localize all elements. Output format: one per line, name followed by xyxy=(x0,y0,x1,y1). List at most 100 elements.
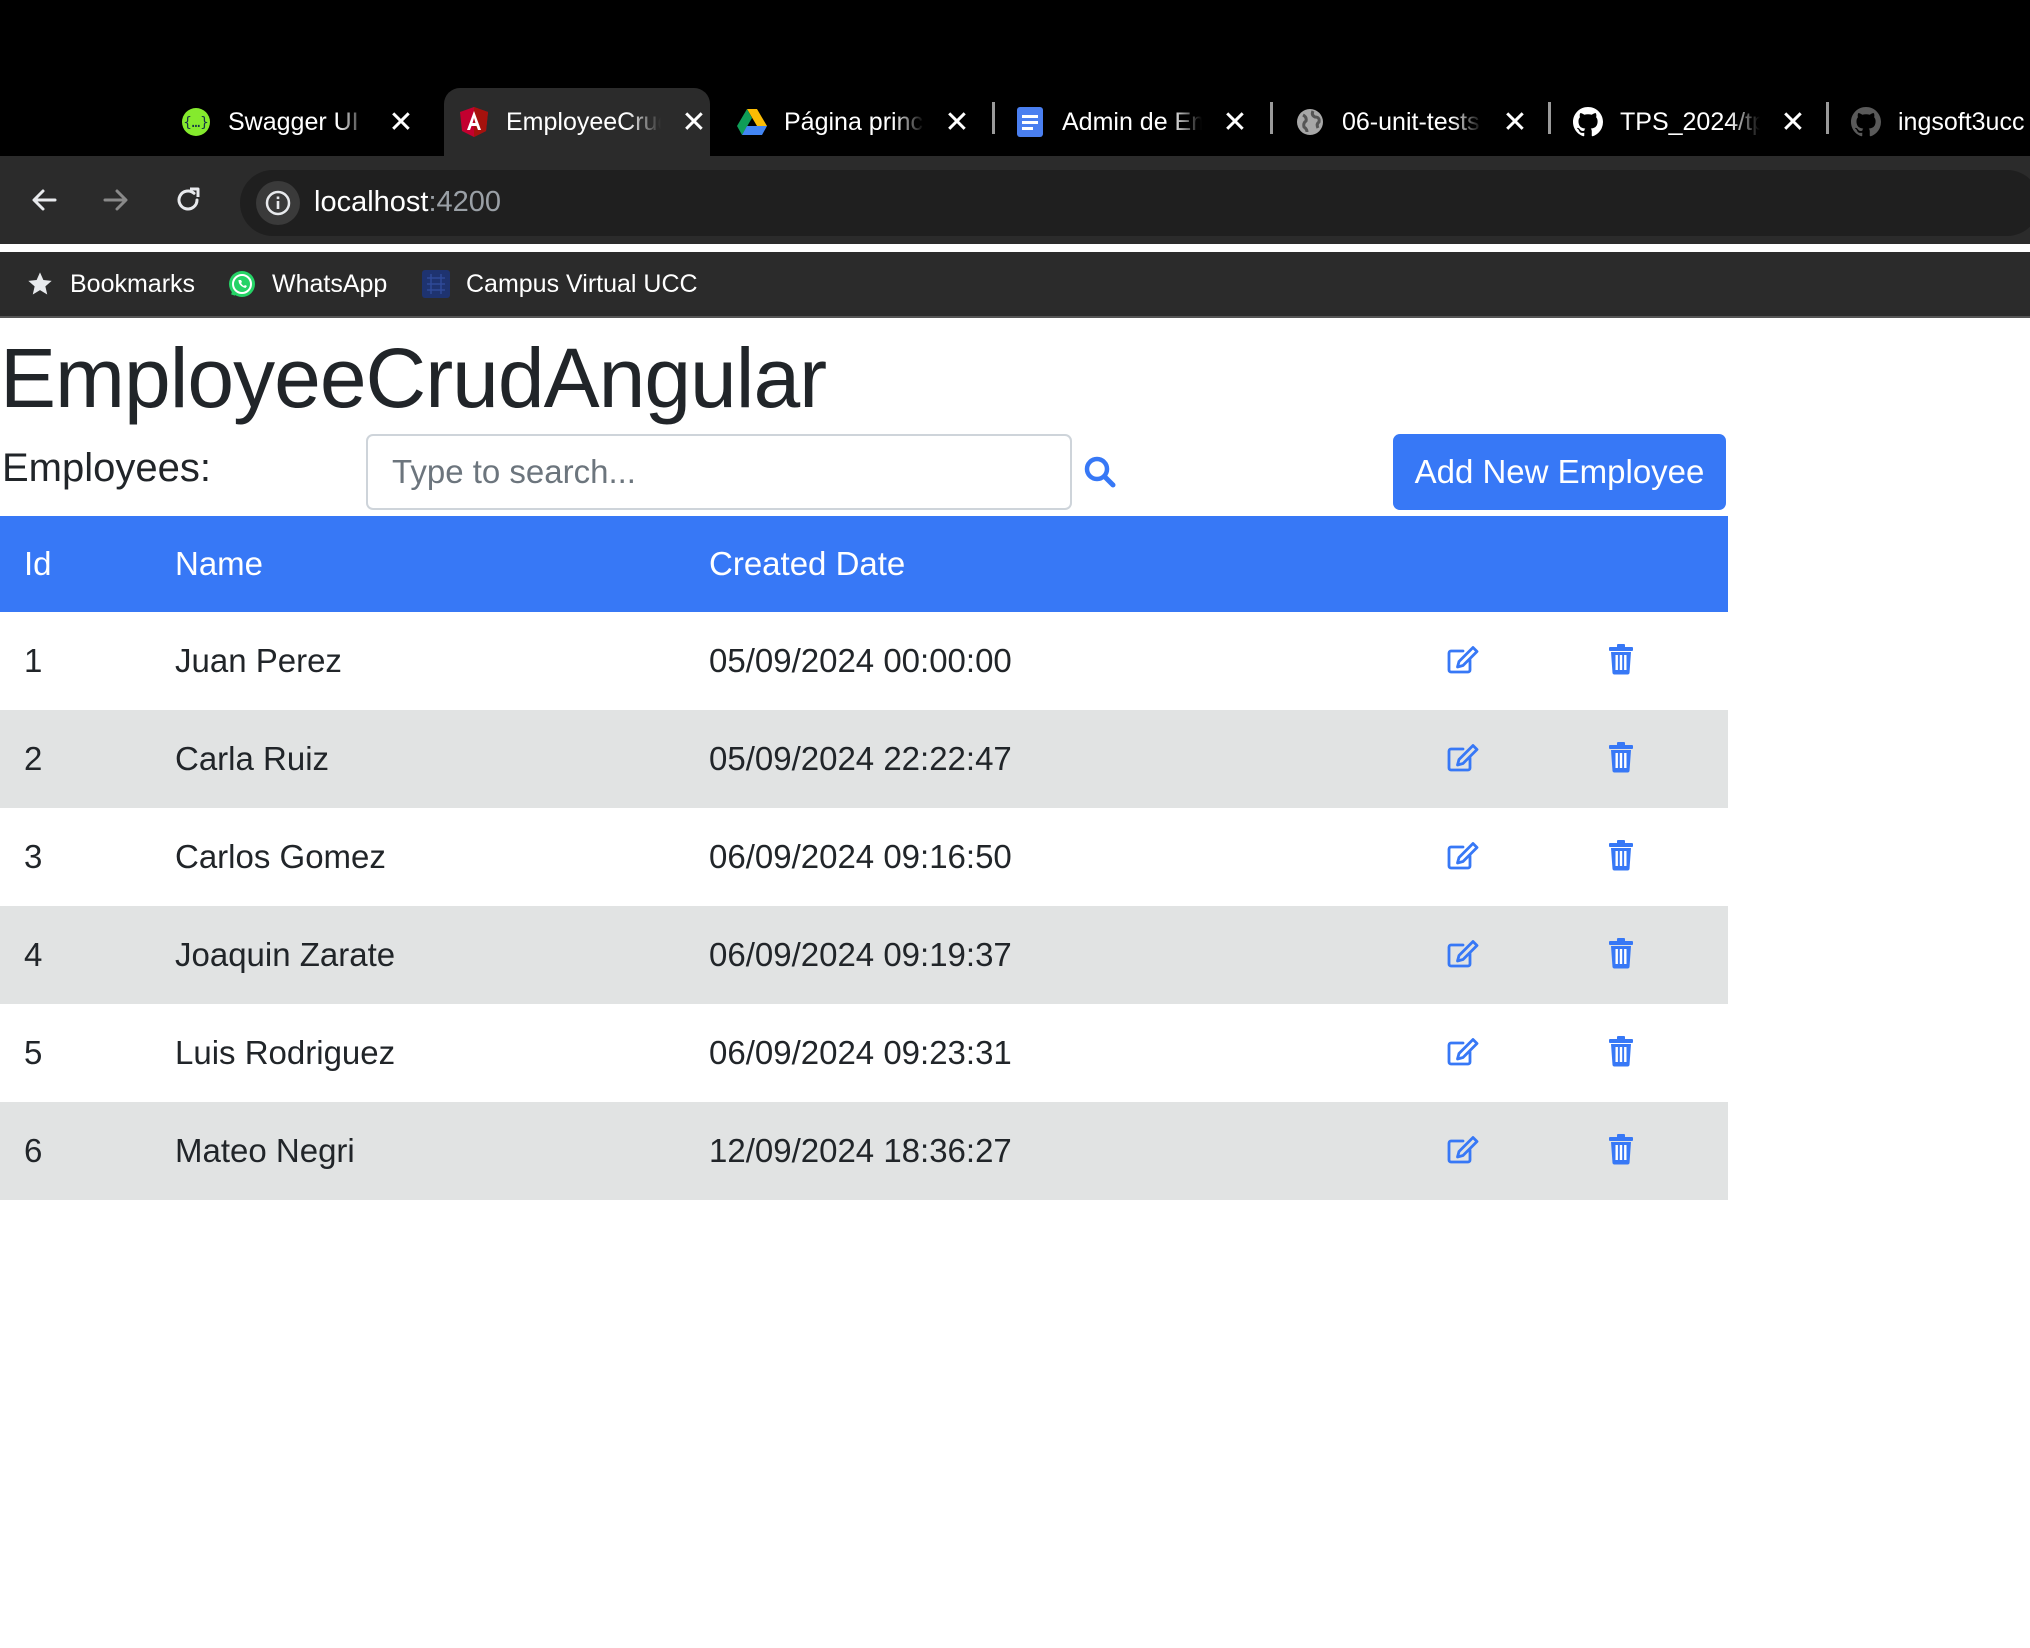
cell-id: 5 xyxy=(24,1034,43,1071)
page-title: EmployeeCrudAngular xyxy=(0,331,827,425)
url-host: localhost xyxy=(314,186,429,218)
cell-name: Mateo Negri xyxy=(175,1132,355,1169)
edit-icon[interactable] xyxy=(1443,738,1483,778)
tab-close-icon[interactable]: ✕ xyxy=(386,105,416,140)
edit-icon[interactable] xyxy=(1443,836,1483,876)
table-row: 1 Juan Perez 05/09/2024 00:00:00 xyxy=(0,612,1728,710)
tab-ingsoft3ucc[interactable]: ingsoft3ucc xyxy=(1850,88,2030,156)
search-icon[interactable] xyxy=(1080,452,1120,492)
employees-label: Employees: xyxy=(2,446,211,490)
cell-edit xyxy=(1443,1004,1601,1102)
tab-title: 06-unit-tests xyxy=(1342,107,1480,136)
cell-edit xyxy=(1443,612,1601,710)
table-body: 1 Juan Perez 05/09/2024 00:00:00 2 Carla Rui… xyxy=(0,612,1728,1200)
cell-id: 4 xyxy=(24,936,43,973)
star-icon xyxy=(24,268,56,300)
tab-close-icon[interactable]: ✕ xyxy=(679,105,709,140)
campus-icon xyxy=(420,268,452,300)
column-header-delete xyxy=(1601,516,1728,612)
address-url[interactable]: localhost:4200 xyxy=(314,186,501,219)
cell-delete xyxy=(1601,1004,1728,1102)
cell-id: 6 xyxy=(24,1132,43,1169)
cell-delete xyxy=(1601,710,1728,808)
tab-pagina-principal[interactable]: Página principal ✕ xyxy=(736,88,986,156)
table-row: 6 Mateo Negri 12/09/2024 18:36:27 xyxy=(0,1102,1728,1200)
cell-delete xyxy=(1601,808,1728,906)
cell-name: Carla Ruiz xyxy=(175,740,330,777)
table-row: 2 Carla Ruiz 05/09/2024 22:22:47 xyxy=(0,710,1728,808)
edit-icon[interactable] xyxy=(1443,934,1483,974)
reload-icon[interactable] xyxy=(166,178,210,222)
cell-created-date: 05/09/2024 22:22:47 xyxy=(709,740,1012,777)
tab-separator xyxy=(992,102,995,134)
bookmark-label: WhatsApp xyxy=(272,269,388,298)
cell-id: 2 xyxy=(24,740,43,777)
cell-edit xyxy=(1443,906,1601,1004)
table-row: 4 Joaquin Zarate 06/09/2024 09:19:37 xyxy=(0,906,1728,1004)
trash-icon[interactable] xyxy=(1601,737,1641,777)
cell-edit xyxy=(1443,808,1601,906)
cell-id: 1 xyxy=(24,642,43,679)
site-info-icon[interactable] xyxy=(256,181,300,225)
cell-edit xyxy=(1443,710,1601,808)
trash-icon[interactable] xyxy=(1601,639,1641,679)
cell-delete xyxy=(1601,906,1728,1004)
tab-title: Swagger UI xyxy=(228,107,359,136)
cell-created-date: 06/09/2024 09:19:37 xyxy=(709,936,1012,973)
tab-separator xyxy=(1548,102,1551,134)
cell-name: Joaquin Zarate xyxy=(175,936,396,973)
tab-close-icon[interactable]: ✕ xyxy=(1220,105,1250,140)
bookmark-label: Bookmarks xyxy=(70,269,196,298)
cell-delete xyxy=(1601,612,1728,710)
github-icon xyxy=(1572,106,1604,138)
tab-swagger-ui[interactable]: {…} Swagger UI ✕ xyxy=(180,88,430,156)
cell-created-date: 06/09/2024 09:16:50 xyxy=(709,838,1012,875)
edit-icon[interactable] xyxy=(1443,1130,1483,1170)
cell-name: Carlos Gomez xyxy=(175,838,386,875)
tab-title: EmployeeCrudAngular xyxy=(506,107,661,136)
tab-tps-2024[interactable]: TPS_2024/tp ✕ xyxy=(1572,88,1822,156)
cell-created-date: 06/09/2024 09:23:31 xyxy=(709,1034,1012,1071)
browser-tab-strip: {…} Swagger UI ✕ EmployeeCrudAngular ✕ P… xyxy=(0,0,2030,156)
add-employee-button[interactable]: Add New Employee xyxy=(1393,434,1726,510)
trash-icon[interactable] xyxy=(1601,1031,1641,1071)
table-header-row: Id Name Created Date xyxy=(0,516,1728,612)
tab-06-unit-tests[interactable]: 06-unit-tests ✕ xyxy=(1294,88,1544,156)
trash-icon[interactable] xyxy=(1601,835,1641,875)
bookmark-campus-virtual-ucc[interactable]: Campus Virtual UCC xyxy=(420,264,698,304)
bookmark-whatsapp[interactable]: WhatsApp xyxy=(226,264,387,304)
edit-icon[interactable] xyxy=(1443,1032,1483,1072)
tab-title: Admin de Empleados xyxy=(1062,107,1202,136)
tab-admin-de-empleados[interactable]: Admin de Empleados ✕ xyxy=(1014,88,1264,156)
tab-employee-crud-angular[interactable]: EmployeeCrudAngular ✕ xyxy=(444,88,710,156)
svg-text:{…}: {…} xyxy=(183,115,208,131)
tab-title: ingsoft3ucc xyxy=(1898,107,2025,136)
tab-close-icon[interactable]: ✕ xyxy=(942,105,972,140)
globe-icon xyxy=(1294,106,1326,138)
whatsapp-icon xyxy=(226,268,258,300)
google-docs-icon xyxy=(1014,106,1046,138)
column-header-id: Id xyxy=(24,545,52,582)
tab-close-icon[interactable]: ✕ xyxy=(1500,105,1530,140)
tab-close-icon[interactable]: ✕ xyxy=(1778,105,1808,140)
cell-name: Luis Rodriguez xyxy=(175,1034,396,1071)
cell-delete xyxy=(1601,1102,1728,1200)
angular-icon xyxy=(458,106,490,138)
bookmark-bookmarks[interactable]: Bookmarks xyxy=(24,264,195,304)
edit-icon[interactable] xyxy=(1443,640,1483,680)
column-header-name: Name xyxy=(175,545,264,582)
column-header-created-date: Created Date xyxy=(709,545,906,582)
tab-title: Página principal xyxy=(784,107,924,136)
page-content: EmployeeCrudAngular Employees: Add New E… xyxy=(0,318,2030,1648)
search-input[interactable] xyxy=(366,434,1072,510)
back-icon[interactable] xyxy=(22,178,66,222)
column-header-edit xyxy=(1443,516,1601,612)
cell-created-date: 05/09/2024 00:00:00 xyxy=(709,642,1012,679)
trash-icon[interactable] xyxy=(1601,933,1641,973)
cell-created-date: 12/09/2024 18:36:27 xyxy=(709,1132,1012,1169)
tab-title: TPS_2024/tp xyxy=(1620,107,1760,136)
forward-icon[interactable] xyxy=(94,178,138,222)
address-bar[interactable]: localhost:4200 xyxy=(240,170,2030,236)
trash-icon[interactable] xyxy=(1601,1129,1641,1169)
swagger-icon: {…} xyxy=(180,106,212,138)
